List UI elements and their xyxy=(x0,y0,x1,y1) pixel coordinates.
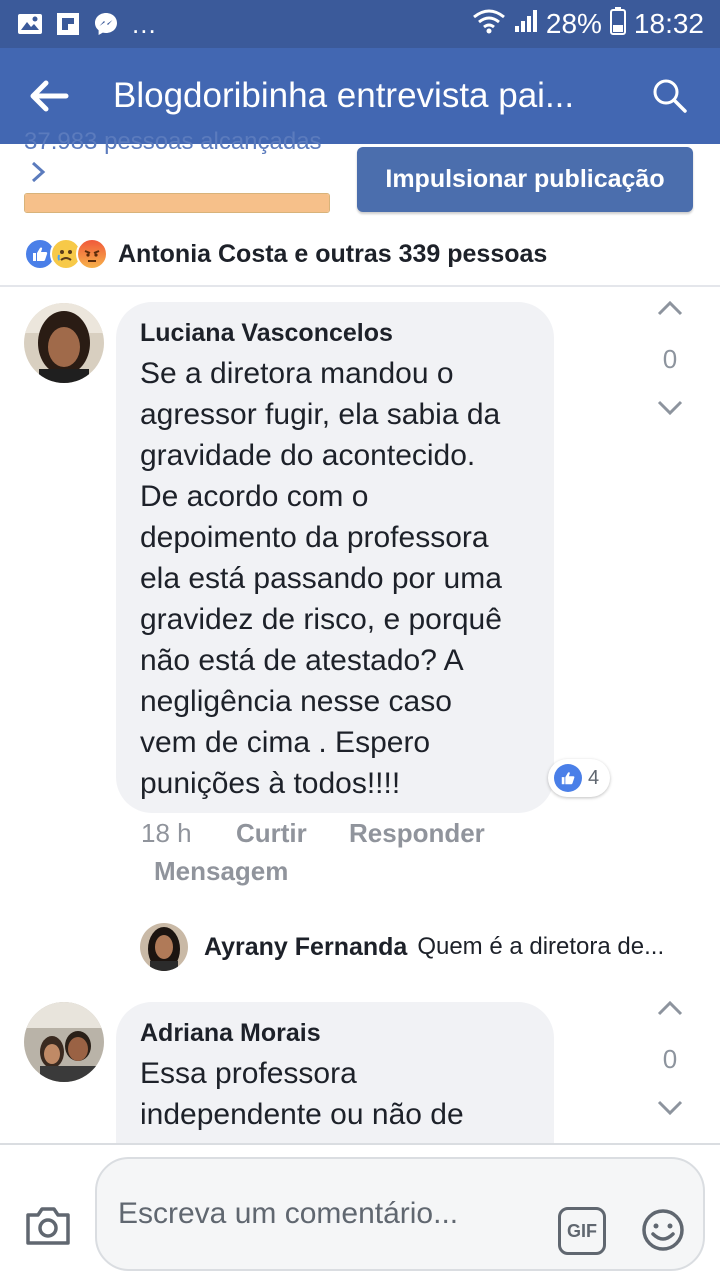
comment-like-badge[interactable]: 4 xyxy=(548,759,610,797)
comment-author[interactable]: Luciana Vasconcelos xyxy=(140,319,393,348)
divider xyxy=(0,285,720,287)
upvote-icon[interactable] xyxy=(655,998,685,1018)
upvote-icon[interactable] xyxy=(655,298,685,318)
boost-post-button[interactable]: Impulsionar publicação xyxy=(357,147,693,212)
comment-bubble[interactable]: Luciana Vasconcelos Se a diretora mandou… xyxy=(116,302,554,813)
reply-author[interactable]: Ayrany Fernanda xyxy=(204,933,407,962)
comment-line: gravidez de risco, e porquê xyxy=(140,603,502,636)
battery-percent: 28% xyxy=(545,8,602,39)
comment-line: Essa professora xyxy=(140,1057,357,1090)
avatar[interactable] xyxy=(24,303,104,383)
chevron-right-icon[interactable] xyxy=(28,160,48,184)
comment-input-placeholder: Escreva um comentário... xyxy=(118,1197,459,1230)
emoji-icon[interactable] xyxy=(640,1207,686,1253)
reactions-summary[interactable]: Antonia Costa e outras 339 pessoas xyxy=(24,234,547,274)
clock: 18:32 xyxy=(633,8,704,39)
comment-text: Essa professora independente ou não de xyxy=(140,1053,550,1135)
avatar[interactable] xyxy=(24,1002,104,1082)
message-action[interactable]: Mensagem xyxy=(154,856,288,887)
gif-button[interactable]: GIF xyxy=(558,1207,606,1255)
messenger-icon xyxy=(92,12,120,36)
back-arrow-icon[interactable] xyxy=(26,74,70,118)
wifi-icon xyxy=(472,8,506,41)
reach-count[interactable]: 37.983 pessoas alcançadas xyxy=(24,128,322,156)
comment-line: independente ou não de xyxy=(140,1098,464,1131)
comment-line: depoimento da professora xyxy=(140,521,489,554)
vote-count: 0 xyxy=(662,1044,678,1074)
like-icon xyxy=(554,764,582,792)
screen: ... 28% 18:32 Blogdoribinha entrevista p… xyxy=(0,0,720,1280)
reach-progress-fill xyxy=(25,194,329,212)
signal-icon xyxy=(514,8,538,41)
reach-progress-bar xyxy=(24,193,330,213)
comment-line: não está de atestado? A xyxy=(140,644,464,677)
reply-text: Quem é a diretora de... xyxy=(417,933,665,960)
comment-line: Se a diretora mandou o xyxy=(140,357,454,390)
comment-line: negligência nesse caso xyxy=(140,685,452,718)
comment-line: ela está passando por uma xyxy=(140,562,502,595)
gallery-icon xyxy=(16,12,44,36)
battery-icon xyxy=(609,6,626,42)
angry-icon xyxy=(76,238,108,270)
comment-composer: Escreva um comentário... GIF xyxy=(0,1143,720,1280)
downvote-icon[interactable] xyxy=(655,1098,685,1118)
reply-preview[interactable]: Ayrany Fernanda Quem é a diretora de... xyxy=(140,922,677,972)
flipboard-icon xyxy=(54,12,82,36)
comment-line: punições à todos!!!! xyxy=(140,767,401,800)
comment-text: Se a diretora mandou o agressor fugir, e… xyxy=(140,353,550,804)
comment-line: gravidade do acontecido. xyxy=(140,439,476,472)
vote-count: 0 xyxy=(662,344,678,374)
status-bar: ... 28% 18:32 xyxy=(0,0,720,48)
downvote-icon[interactable] xyxy=(655,398,685,418)
avatar[interactable] xyxy=(140,923,188,971)
comment-line: vem de cima . Espero xyxy=(140,726,431,759)
reactions-summary-text: Antonia Costa e outras 339 pessoas xyxy=(118,239,548,268)
like-count: 4 xyxy=(588,766,600,789)
comment-line: agressor fugir, ela sabia da xyxy=(140,398,501,431)
like-action[interactable]: Curtir xyxy=(236,818,307,849)
comment-time: 18 h xyxy=(141,818,192,848)
comment-line: De acordo com o xyxy=(140,480,369,513)
reply-action[interactable]: Responder xyxy=(349,818,485,849)
search-icon[interactable] xyxy=(650,76,690,116)
status-bar-system: 28% 18:32 xyxy=(472,6,704,42)
camera-icon[interactable] xyxy=(24,1203,72,1247)
comment-author[interactable]: Adriana Morais xyxy=(140,1019,321,1048)
more-notifications: ... xyxy=(132,9,157,39)
status-bar-notifications: ... xyxy=(16,8,157,40)
page-title: Blogdoribinha entrevista pai... xyxy=(113,76,575,115)
comment-input[interactable]: Escreva um comentário... GIF xyxy=(95,1157,705,1271)
